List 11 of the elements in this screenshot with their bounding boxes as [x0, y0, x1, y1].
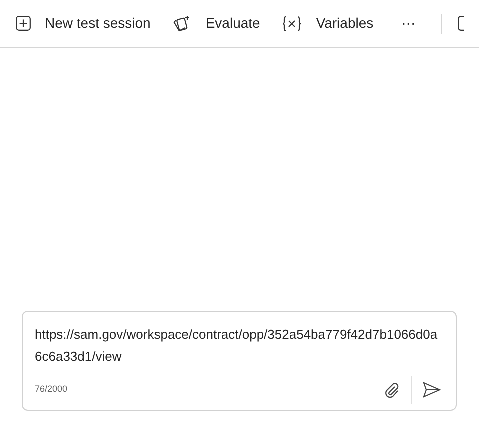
variables-icon: [282, 16, 302, 32]
sparkle-cards-icon: [172, 14, 192, 32]
message-field[interactable]: https://sam.gov/workspace/contract/opp/352a54ba779f42d7b1066d0a6c6a33d1/view: [35, 324, 444, 368]
more-button[interactable]: ···: [402, 13, 416, 34]
paperclip-icon[interactable]: [384, 382, 400, 398]
send-icon[interactable]: [423, 382, 441, 398]
toolbar-button[interactable]: Variables: [282, 13, 374, 34]
add-icon: [16, 16, 31, 31]
toolbar-button[interactable]: New test session: [16, 13, 151, 34]
toolbar-button[interactable]: Evaluate: [172, 13, 260, 34]
character-counter: 76/2000: [35, 383, 68, 396]
